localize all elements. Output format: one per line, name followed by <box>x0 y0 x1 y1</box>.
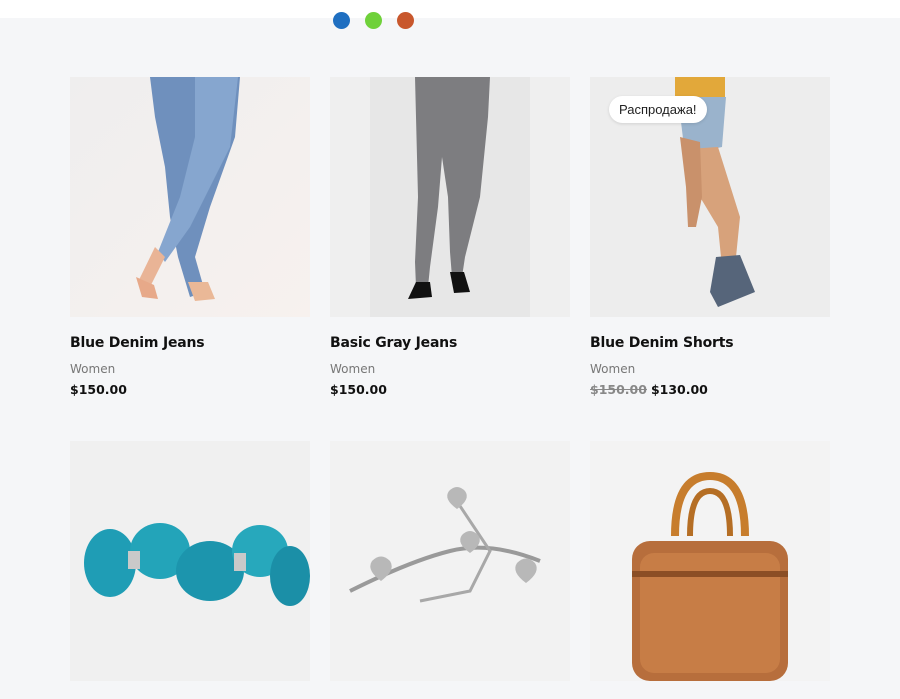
product-name[interactable]: Blue Denim Jeans <box>70 335 310 351</box>
product-image[interactable]: Распродажа! <box>590 77 830 317</box>
product-image[interactable] <box>330 77 570 317</box>
product-category[interactable]: Women <box>330 362 570 376</box>
color-swatch-blue[interactable] <box>333 12 350 29</box>
top-bar <box>0 0 900 18</box>
product-name[interactable]: Basic Gray Jeans <box>330 335 570 351</box>
product-card[interactable] <box>330 441 570 699</box>
product-card[interactable]: Распродажа! Blue Denim Shorts Women $150… <box>590 77 830 397</box>
current-price: $150.00 <box>330 382 387 397</box>
old-price: $150.00 <box>590 382 647 397</box>
product-name[interactable]: Blue Denim Shorts <box>590 335 830 351</box>
product-price: $150.00 <box>70 382 310 397</box>
product-card[interactable] <box>70 441 310 699</box>
product-card[interactable]: Basic Gray Jeans Women $150.00 <box>330 77 570 397</box>
product-price: $150.00 <box>330 382 570 397</box>
product-grid: Blue Denim Jeans Women $150.00 Basic Gra… <box>70 77 830 699</box>
current-price: $130.00 <box>650 382 708 397</box>
color-swatch-green[interactable] <box>365 12 382 29</box>
product-image[interactable] <box>330 441 570 681</box>
product-image[interactable] <box>590 441 830 681</box>
product-price: $150.00 $130.00 <box>590 382 830 397</box>
product-image[interactable] <box>70 77 310 317</box>
product-card[interactable] <box>590 441 830 699</box>
product-category[interactable]: Women <box>70 362 310 376</box>
current-price: $150.00 <box>70 382 127 397</box>
product-card[interactable]: Blue Denim Jeans Women $150.00 <box>70 77 310 397</box>
color-swatch-orange[interactable] <box>397 12 414 29</box>
product-category[interactable]: Women <box>590 362 830 376</box>
sale-badge: Распродажа! <box>609 96 707 123</box>
product-image[interactable] <box>70 441 310 681</box>
